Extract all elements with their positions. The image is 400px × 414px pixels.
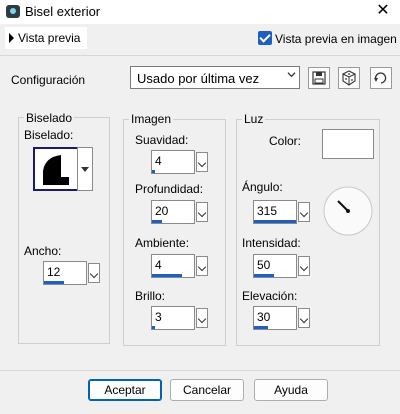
suavidad-label: Suavidad:: [135, 133, 189, 147]
angle-dial-icon: [323, 186, 373, 236]
ambiente-value: 4: [155, 258, 162, 272]
ok-button[interactable]: Aceptar: [88, 379, 162, 401]
elevacion-spinbox[interactable]: 30: [253, 306, 297, 330]
close-icon[interactable]: ✕: [374, 2, 392, 20]
color-label: Color:: [269, 134, 302, 148]
caret-down-icon: [81, 167, 89, 172]
elevacion-label: Elevación:: [242, 289, 298, 303]
brillo-dropdown[interactable]: [196, 308, 208, 328]
ambiente-progress: [152, 274, 182, 277]
brillo-progress: [152, 326, 155, 329]
brillo-label: Brillo:: [135, 289, 166, 303]
intensidad-label: Intensidad:: [242, 236, 301, 250]
reset-button[interactable]: [370, 67, 392, 89]
brillo-value: 3: [155, 310, 162, 324]
cancel-button[interactable]: Cancelar: [170, 379, 244, 401]
color-swatch[interactable]: [322, 129, 374, 159]
angulo-progress: [254, 220, 296, 223]
elevacion-dropdown[interactable]: [298, 308, 310, 328]
chevron-down-icon: [287, 72, 296, 78]
intensidad-progress: [254, 274, 274, 277]
preview-checkbox[interactable]: [258, 31, 272, 45]
intensidad-value: 50: [257, 258, 271, 272]
preview-toggle-button[interactable]: Vista previa: [5, 27, 87, 49]
suavidad-value: 4: [155, 154, 162, 168]
floppy-disk-icon: [312, 71, 326, 85]
angulo-dropdown[interactable]: [298, 202, 310, 222]
angle-dial[interactable]: [322, 185, 374, 237]
angulo-spinbox[interactable]: 315: [253, 200, 297, 224]
divider: [0, 370, 400, 371]
suavidad-spinbox[interactable]: 4: [151, 150, 195, 174]
dice-icon: [342, 70, 356, 86]
config-select[interactable]: Usado por última vez: [130, 66, 300, 89]
config-label: Configuración: [11, 73, 86, 87]
suavidad-progress: [152, 170, 155, 173]
width-spinbox[interactable]: 12: [43, 261, 87, 285]
width-dropdown[interactable]: [88, 263, 100, 283]
elevacion-value: 30: [257, 310, 271, 324]
angulo-value: 315: [257, 204, 278, 218]
ambiente-spinbox[interactable]: 4: [151, 254, 195, 278]
preview-checkbox-label[interactable]: Vista previa en imagen: [275, 32, 397, 46]
ambiente-label: Ambiente:: [135, 236, 190, 250]
suavidad-dropdown[interactable]: [196, 152, 208, 172]
angulo-label: Ángulo:: [242, 180, 283, 194]
width-progress: [44, 281, 64, 284]
bevel-shape-dropdown[interactable]: [77, 147, 93, 191]
help-button[interactable]: Ayuda: [254, 379, 328, 401]
profundidad-spinbox[interactable]: 20: [151, 200, 195, 224]
luz-group-title: Luz: [242, 112, 266, 126]
reset-icon: [374, 72, 387, 84]
biselado-group-title: Biselado: [24, 111, 75, 125]
profundidad-progress: [152, 220, 162, 223]
brillo-spinbox[interactable]: 3: [151, 306, 195, 330]
elevacion-progress: [254, 326, 268, 329]
app-icon: [6, 5, 20, 18]
intensidad-spinbox[interactable]: 50: [253, 254, 297, 278]
window-title: Bisel exterior: [25, 4, 101, 19]
triangle-right-icon: [9, 33, 14, 43]
biselado-shape-label: Biselado:: [24, 128, 74, 142]
divider: [0, 55, 400, 56]
width-value: 12: [47, 265, 61, 279]
profundidad-label: Profundidad:: [135, 182, 204, 196]
preview-toggle-label: Vista previa: [18, 31, 81, 45]
profundidad-value: 20: [155, 204, 169, 218]
config-select-value: Usado por última vez: [137, 71, 260, 86]
imagen-group-title: Imagen: [129, 112, 174, 126]
save-preset-button[interactable]: [308, 67, 330, 89]
profundidad-dropdown[interactable]: [196, 202, 208, 222]
width-label: Ancho:: [24, 244, 62, 258]
ambiente-dropdown[interactable]: [196, 256, 208, 276]
randomize-button[interactable]: [338, 67, 360, 89]
intensidad-dropdown[interactable]: [298, 256, 310, 276]
